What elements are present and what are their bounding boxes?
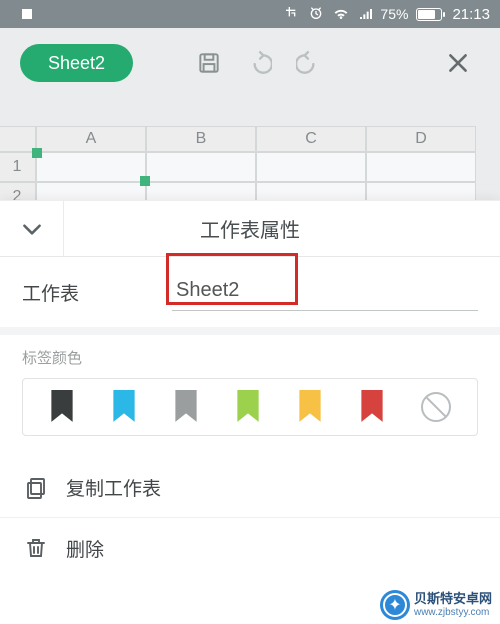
cell[interactable] xyxy=(146,152,256,182)
save-icon[interactable] xyxy=(187,41,231,85)
undo-icon[interactable] xyxy=(237,41,281,85)
redo-icon[interactable] xyxy=(287,41,331,85)
app-indicator-icon xyxy=(22,9,32,19)
close-icon[interactable] xyxy=(436,41,480,85)
tab-color-section: 标签颜色 xyxy=(0,335,500,436)
sheet-tab-pill[interactable]: Sheet2 xyxy=(20,44,133,82)
battery-percent: 75% xyxy=(380,6,408,22)
background-app: Sheet2 A B C D 1 2 xyxy=(0,28,500,200)
sheet-name-row: 工作表 xyxy=(0,257,500,335)
globe-icon: ✦ xyxy=(380,590,410,620)
delete-sheet-button[interactable]: 删除 xyxy=(0,518,500,578)
col-header[interactable]: D xyxy=(366,126,476,152)
row-header[interactable]: 1 xyxy=(0,152,36,182)
wifi-icon xyxy=(332,4,350,25)
col-header[interactable]: B xyxy=(146,126,256,152)
color-swatch-none[interactable] xyxy=(421,392,451,422)
sheet-name-label: 工作表 xyxy=(22,279,172,306)
watermark: ✦ 贝斯特安卓网 www.zjbstyy.com xyxy=(380,590,492,620)
cell[interactable] xyxy=(256,152,366,182)
panel-title: 工作表属性 xyxy=(64,214,500,243)
col-header[interactable]: C xyxy=(256,126,366,152)
signal-icon xyxy=(358,5,374,24)
cell[interactable] xyxy=(366,152,476,182)
cell-a1[interactable] xyxy=(36,152,146,182)
alarm-icon xyxy=(308,5,324,24)
trash-icon xyxy=(22,536,50,560)
sheet-properties-panel: 工作表属性 工作表 标签颜色 xyxy=(0,200,500,624)
watermark-title: 贝斯特安卓网 xyxy=(414,592,492,606)
status-bar: 75% 21:13 xyxy=(0,0,500,28)
action-list: 复制工作表 删除 xyxy=(0,458,500,578)
battery-icon xyxy=(416,8,442,21)
panel-header: 工作表属性 xyxy=(0,201,500,257)
clock: 21:13 xyxy=(452,6,490,23)
tab-color-label: 标签颜色 xyxy=(22,347,478,368)
toolbar: Sheet2 xyxy=(0,28,500,98)
copy-icon xyxy=(22,476,50,500)
copy-sheet-button[interactable]: 复制工作表 xyxy=(0,458,500,518)
corner-cell[interactable] xyxy=(0,126,36,152)
color-swatch-gray[interactable] xyxy=(173,390,199,424)
color-swatch-red[interactable] xyxy=(359,390,385,424)
color-swatch-yellow[interactable] xyxy=(297,390,323,424)
color-swatch-black[interactable] xyxy=(49,390,75,424)
crop-icon xyxy=(284,5,300,24)
collapse-panel-button[interactable] xyxy=(0,201,64,256)
sheet-name-input[interactable] xyxy=(172,273,478,311)
copy-sheet-label: 复制工作表 xyxy=(66,474,161,501)
selection-outline xyxy=(36,152,146,182)
color-swatch-cyan[interactable] xyxy=(111,390,137,424)
watermark-url: www.zjbstyy.com xyxy=(414,607,492,618)
delete-sheet-label: 删除 xyxy=(66,535,104,562)
sheet-tab-label: Sheet2 xyxy=(48,53,105,74)
color-swatch-green[interactable] xyxy=(235,390,261,424)
tab-color-row xyxy=(22,378,478,436)
col-header[interactable]: A xyxy=(36,126,146,152)
